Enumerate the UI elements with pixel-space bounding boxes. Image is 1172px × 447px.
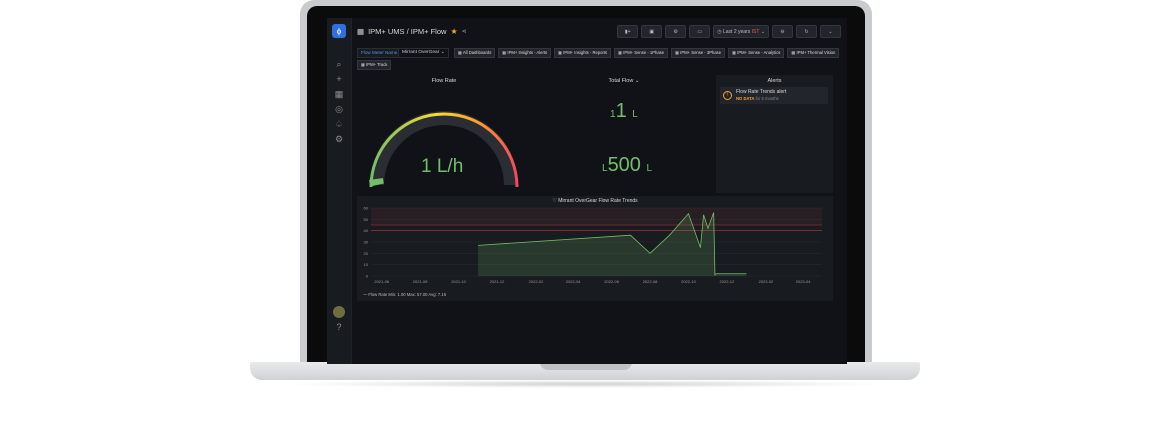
x-tick-label: 2022-12 (720, 279, 735, 284)
x-tick-label: 2022-06 (604, 279, 619, 284)
grafana-logo-icon[interactable]: ϕ (332, 24, 346, 38)
warning-icon: ! (723, 91, 732, 100)
top-bar: ▦ IPM+ UMS / IPM+ Flow ★ ⋖ ▮+ ▣ ⚙ ▭ ◷ La… (351, 18, 847, 44)
x-tick-label: 2022-08 (643, 279, 658, 284)
chart-legend: — Flow Rate Min: 1.00 Max: 57.00 Avg: 7.… (363, 292, 447, 297)
x-tick-label: 2022-02 (529, 279, 544, 284)
link-insights-alerts[interactable]: ▦ IPM+ Insights - Alerts (498, 48, 552, 58)
alert-state-text: NO DATA (736, 96, 755, 101)
share-icon[interactable]: ⋖ (462, 28, 467, 35)
dashboards-icon[interactable]: ▦ (333, 88, 345, 100)
y-tick-label: 10 (364, 262, 369, 267)
time-zone-label: IST (751, 28, 760, 35)
star-icon[interactable]: ★ (450, 27, 457, 36)
value-number: 500 (607, 154, 641, 176)
x-tick-label: 2021-12 (490, 279, 505, 284)
dashboard-grid-icon: ▦ (357, 26, 365, 36)
laptop-shadow (280, 380, 892, 388)
y-tick-label: 50 (364, 217, 369, 222)
legend-text: Flow Rate Min: 1.00 Max: 57.00 Avg: 7.16 (368, 292, 447, 297)
total-flow-value-2: L500 L (602, 154, 652, 177)
y-tick-label: 60 (364, 206, 369, 211)
link-track[interactable]: ▦ IPM+ Track (357, 60, 392, 70)
y-tick-label: 20 (364, 251, 369, 256)
alert-age: for 6 months (755, 96, 779, 101)
x-tick-label: 2022-04 (566, 279, 581, 284)
y-tick-label: 30 (364, 240, 369, 245)
link-label: IPM+ Insights - Alerts (507, 50, 548, 55)
refresh-interval-icon[interactable]: ⌄ (820, 25, 841, 38)
toolbar: ▮+ ▣ ⚙ ▭ ◷ Last 2 years IST ⌄ ⊖ ↻ ⌄ (617, 25, 841, 38)
save-icon[interactable]: ▣ (641, 25, 663, 38)
link-sense-analytics[interactable]: ▦ IPM+ Sense - Analytics (728, 48, 785, 58)
flow-rate-panel: Flow Rate 1 L/h (357, 75, 531, 193)
refresh-icon[interactable]: ↻ (796, 25, 817, 38)
tv-mode-icon[interactable]: ▭ (689, 25, 711, 38)
link-insights-reports[interactable]: ▦ IPM+ Insights - Reports (554, 48, 612, 58)
zoom-out-icon[interactable]: ⊖ (772, 25, 793, 38)
link-sense-1phase[interactable]: ▦ IPM+ Sense - 1Phase (614, 48, 669, 58)
time-picker-button[interactable]: ◷ Last 2 years IST ⌄ (713, 25, 769, 38)
trend-chart-svg: 60 50 40 30 20 10 0 2021-06 2021-08 2021-10 2021-1… (364, 206, 822, 284)
explore-icon[interactable]: ◎ (333, 103, 345, 115)
alert-state: NO DATA for 6 months (736, 96, 779, 101)
variable-select[interactable]: Mirrant OverGear ⌄ (398, 48, 449, 58)
flow-rate-trends-panel: ♡ Mirrant OverGear Flow Rate Trends 60 50… (357, 196, 833, 301)
gauge-value: 1 L/h (421, 156, 464, 177)
value-unit: L (632, 109, 638, 120)
gear-icon[interactable]: ⚙ (333, 133, 345, 145)
link-label: IPM+ Insights - Reports (563, 50, 608, 55)
settings-icon[interactable]: ⚙ (665, 25, 687, 38)
link-all-dashboards[interactable]: ▦ All Dashboards (454, 48, 496, 58)
variables-bar: Flow Meter Name Mirrant OverGear ⌄ ▦ All… (357, 46, 843, 70)
x-tick-label: 2021-08 (413, 279, 428, 284)
y-tick-label: 40 (364, 228, 369, 233)
variable-label: Flow Meter Name (357, 48, 402, 58)
x-tick-label: 2022-10 (681, 279, 696, 284)
link-sense-3phase[interactable]: ▦ IPM+ Sense - 3Phase (671, 48, 726, 58)
add-panel-icon[interactable]: ▮+ (617, 25, 639, 38)
panel-title-text: Total Flow (608, 78, 634, 84)
time-range-label: Last 2 years (722, 28, 751, 35)
gauge-fill (369, 178, 384, 187)
search-icon[interactable]: ⌕ (333, 58, 345, 70)
link-thermal-vision[interactable]: ▦ IPM+ Thermal Vision (787, 48, 840, 58)
panel-title: Total Flow ⌄ (608, 78, 640, 84)
alerting-bell-icon[interactable]: ♤ (333, 118, 345, 130)
help-icon[interactable]: ? (333, 321, 345, 333)
x-tick-label: 2021-10 (451, 279, 466, 284)
panel-title: Alerts (767, 78, 782, 84)
avatar[interactable] (333, 306, 345, 318)
value-number: 1 (615, 100, 627, 122)
threshold-band (371, 208, 822, 231)
x-tick-label: 2021-06 (374, 279, 389, 284)
alert-title: Flow Rate Trends alert (736, 89, 787, 95)
alerts-panel: Alerts ! Flow Rate Trends alert NO DATA … (716, 75, 833, 193)
dashboard-links: ▦ All Dashboards ▦ IPM+ Insights - Alert… (454, 48, 840, 58)
y-tick-label: 0 (366, 274, 369, 279)
x-tick-label: 2023-04 (796, 279, 811, 284)
variable-value: Mirrant OverGear (402, 50, 440, 55)
total-flow-value-1: 11 L (610, 100, 638, 123)
breadcrumb-text[interactable]: IPM+ UMS / IPM+ Flow (368, 27, 446, 36)
dashboard-screen: ϕ ⌕ + ▦ ◎ ♤ ⚙ ? ▦ IPM+ UMS / IPM+ Flow ★… (327, 18, 847, 364)
alert-item[interactable]: ! Flow Rate Trends alert NO DATA for 6 m… (720, 87, 828, 104)
breadcrumb: ▦ IPM+ UMS / IPM+ Flow ★ ⋖ (357, 27, 467, 36)
link-label: IPM+ Sense - Analytics (737, 50, 781, 55)
x-tick-label: 2023-02 (759, 279, 774, 284)
link-label: IPM+ Track (366, 62, 388, 67)
sidebar: ϕ ⌕ + ▦ ◎ ♤ ⚙ ? (327, 18, 352, 364)
link-label: IPM+ Sense - 1Phase (623, 50, 665, 55)
link-label: IPM+ Sense - 3Phase (680, 50, 722, 55)
link-label: IPM+ Thermal Vision (796, 50, 836, 55)
link-label: All Dashboards (462, 50, 492, 55)
value-unit: L (646, 163, 653, 174)
plus-icon[interactable]: + (333, 73, 345, 85)
